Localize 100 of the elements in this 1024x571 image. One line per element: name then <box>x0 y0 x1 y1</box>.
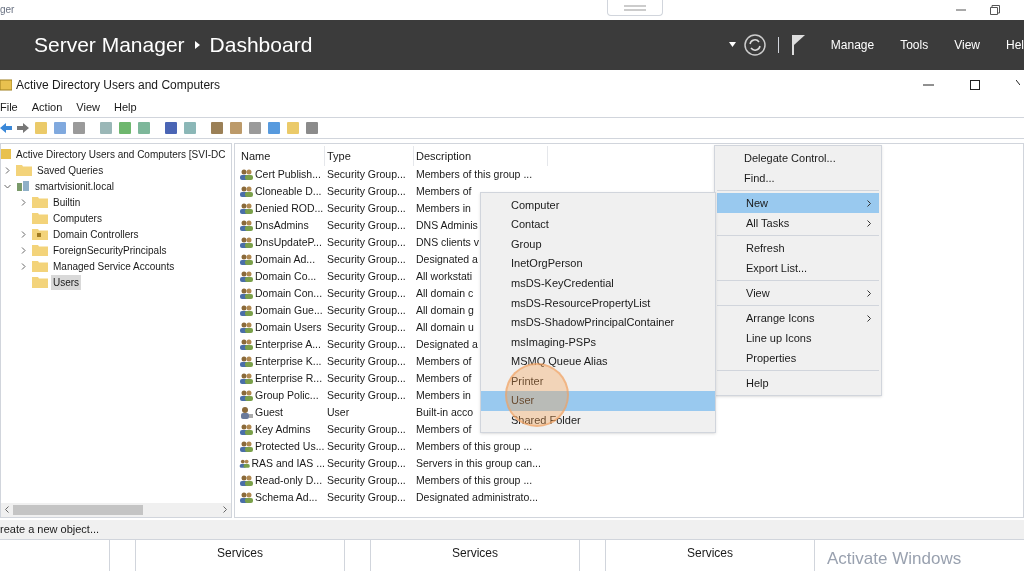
tree-item[interactable]: Active Directory Users and Computers [SVI-DC <box>14 146 228 162</box>
menu-entry[interactable]: Delegate Control... <box>715 148 881 168</box>
minimize-icon[interactable] <box>923 83 934 86</box>
menu-entry[interactable]: Computer <box>481 195 715 215</box>
name-cell[interactable]: DnsAdmins <box>255 218 309 234</box>
name-cell[interactable]: Guest <box>255 405 283 421</box>
toolbar-icon[interactable] <box>210 121 224 136</box>
dropdown-caret-icon[interactable] <box>728 42 736 48</box>
type-cell-text: User <box>326 405 351 420</box>
menu-entry[interactable]: Group <box>481 234 715 254</box>
toolbar-icon[interactable] <box>137 121 151 136</box>
header-menu-item[interactable]: Hel <box>1006 35 1024 54</box>
name-cell[interactable]: DnsUpdateP... <box>255 235 322 251</box>
menu-entry[interactable]: All Tasks <box>717 213 879 233</box>
toolbar-icon[interactable] <box>164 121 178 136</box>
menu-item[interactable]: File <box>0 99 18 116</box>
minimize-icon[interactable] <box>956 8 966 11</box>
name-cell[interactable]: Cert Publish... <box>255 167 321 183</box>
name-cell[interactable]: Domain Ad... <box>255 252 316 268</box>
menu-entry[interactable]: View <box>717 283 879 303</box>
menu-entry[interactable]: Line up Icons <box>717 328 879 348</box>
menu-item[interactable]: Help <box>113 99 137 116</box>
refresh-icon[interactable] <box>743 33 766 56</box>
chevron-icon[interactable] <box>19 198 27 206</box>
header-menu-item[interactable]: Manage <box>830 35 875 54</box>
name-cell[interactable]: Domain Co... <box>255 269 317 285</box>
menu-item[interactable]: View <box>76 99 100 116</box>
tab-handle[interactable] <box>607 0 663 16</box>
column-header[interactable]: Type <box>325 146 414 167</box>
menu-entry[interactable]: Refresh <box>717 238 879 258</box>
flag-icon[interactable] <box>790 33 807 56</box>
header-menu-item[interactable]: Tools <box>900 35 929 54</box>
name-cell[interactable]: Key Admins <box>255 422 311 438</box>
name-cell[interactable]: Group Polic... <box>255 388 319 404</box>
chevron-icon[interactable] <box>19 246 27 254</box>
users-group-icon <box>239 321 254 335</box>
name-cell[interactable]: Enterprise R... <box>255 371 323 387</box>
menu-entry[interactable]: InetOrgPerson <box>481 253 715 274</box>
menu-entry[interactable]: Printer <box>481 371 715 391</box>
menu-entry[interactable]: msDS-ShadowPrincipalContainer <box>481 312 715 333</box>
name-cell[interactable]: Domain Gue... <box>255 303 323 319</box>
menu-entry[interactable]: Properties <box>717 348 879 368</box>
menu-entry[interactable]: MSMQ Queue Alias <box>481 351 715 372</box>
name-cell[interactable]: RAS and IAS ... <box>251 456 325 472</box>
toolbar-icon[interactable] <box>53 121 67 136</box>
description-cell-text: Members in <box>415 388 471 403</box>
name-cell[interactable]: Enterprise A... <box>255 337 321 353</box>
menu-entry[interactable]: Contact <box>481 214 715 235</box>
tree-item[interactable]: Managed Service Accounts <box>51 258 177 274</box>
menu-entry[interactable]: Find... <box>715 168 881 188</box>
toolbar-icon[interactable] <box>118 121 132 136</box>
users-group-icon <box>239 219 254 233</box>
tree-item[interactable]: Domain Controllers <box>51 226 141 242</box>
menu-entry[interactable]: Help <box>717 373 879 393</box>
name-cell[interactable]: Read-only D... <box>255 473 323 489</box>
tree-item[interactable]: Users <box>51 274 82 290</box>
name-cell[interactable]: Denied ROD... <box>255 201 324 217</box>
tree-item[interactable]: smartvisionit.local <box>33 178 116 194</box>
menu-entry[interactable]: msDS-ResourcePropertyList <box>481 292 715 313</box>
name-cell[interactable]: Domain Con... <box>255 286 323 302</box>
menu-entry[interactable]: Arrange Icons <box>717 308 879 328</box>
menu-entry[interactable]: Shared Folder <box>481 410 715 431</box>
menu-entry[interactable]: User <box>481 390 715 411</box>
type-cell-text: Security Group... <box>326 235 407 250</box>
menu-item[interactable]: Action <box>31 99 63 116</box>
menu-entry[interactable]: msDS-KeyCredential <box>481 273 715 293</box>
scroll-left-icon[interactable] <box>5 506 9 514</box>
header-menu-item[interactable]: View <box>954 35 980 54</box>
chevron-icon[interactable] <box>19 262 27 270</box>
name-cell[interactable]: Domain Users <box>255 320 322 336</box>
restore-icon[interactable] <box>990 4 1000 15</box>
column-header[interactable]: Description <box>414 146 548 167</box>
name-cell[interactable]: Protected Us... <box>255 439 325 455</box>
maximize-icon[interactable] <box>970 79 980 90</box>
name-cell[interactable]: Enterprise K... <box>255 354 322 370</box>
users-group-icon <box>239 355 254 369</box>
toolbar-icon[interactable] <box>248 121 262 136</box>
menu-entry[interactable]: msImaging-PSPs <box>481 332 715 352</box>
name-cell[interactable]: Schema Ad... <box>255 490 318 506</box>
toolbar-icon[interactable] <box>267 121 281 136</box>
chevron-icon[interactable] <box>3 166 11 174</box>
scroll-right-icon[interactable] <box>223 506 227 514</box>
toolbar-icon[interactable] <box>72 121 86 136</box>
menu-entry[interactable]: New <box>717 193 879 213</box>
tree-item[interactable]: ForeignSecurityPrincipals <box>51 242 169 258</box>
toolbar-icon[interactable] <box>229 121 243 136</box>
horizontal-scrollbar[interactable] <box>1 502 231 517</box>
menu-entry[interactable]: Export List... <box>717 258 879 278</box>
chevron-icon[interactable] <box>19 230 27 238</box>
tree-item[interactable]: Saved Queries <box>35 162 106 178</box>
name-cell[interactable]: Cloneable D... <box>255 184 322 200</box>
chevron-icon[interactable] <box>3 182 11 190</box>
users-group-icon <box>239 185 254 199</box>
toolbar-icon[interactable] <box>305 121 319 136</box>
tree-item[interactable]: Builtin <box>51 194 83 210</box>
column-header[interactable]: Name <box>239 146 325 167</box>
tree-item[interactable]: Computers <box>51 210 104 226</box>
type-cell-text: Security Group... <box>326 184 407 199</box>
back-arrow-icon[interactable] <box>0 122 12 135</box>
forward-arrow-icon[interactable] <box>17 122 29 135</box>
